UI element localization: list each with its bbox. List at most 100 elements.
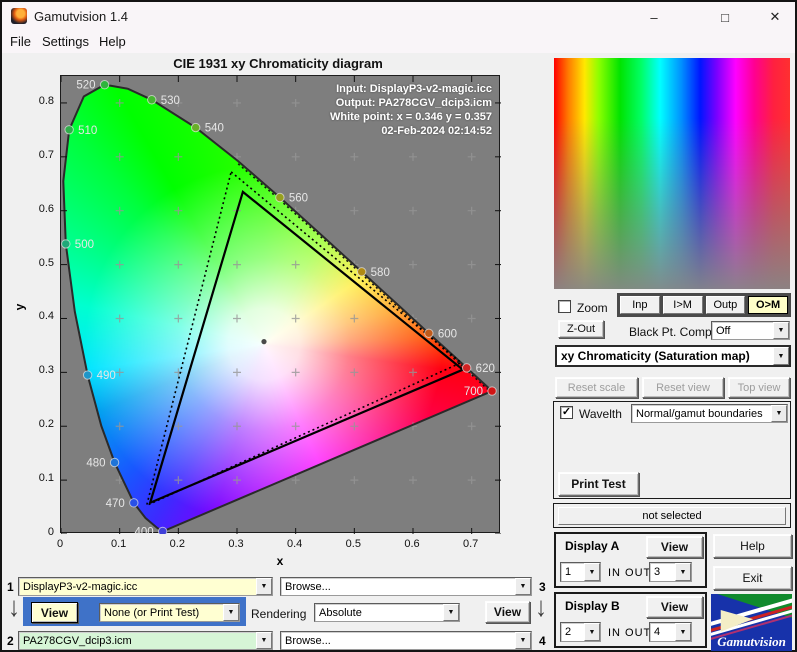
display-a-in-select[interactable]: 1 ▼ <box>560 562 601 582</box>
grid-cross <box>350 476 359 485</box>
flow-down-arrow-icon: ↓ <box>535 591 547 623</box>
wavelth-checkbox[interactable]: ✓ <box>560 406 573 419</box>
display-b-out-select[interactable]: 4 ▼ <box>649 622 692 642</box>
io-button-om[interactable]: O>M <box>748 296 788 314</box>
display-b-in-select[interactable]: 2 ▼ <box>560 622 601 642</box>
menu-file[interactable]: File <box>10 34 31 49</box>
wavelength-label-490: 490 <box>97 370 116 382</box>
wavelength-dot-580 <box>356 267 367 277</box>
print-test-button[interactable]: Print Test <box>558 472 639 496</box>
menu-help[interactable]: Help <box>99 34 126 49</box>
grid-cross <box>350 152 359 161</box>
wavelength-label-530: 530 <box>161 95 180 107</box>
io-button-outp[interactable]: Outp <box>705 296 746 314</box>
io-button-im[interactable]: I>M <box>662 296 703 314</box>
grid-cross <box>233 368 241 377</box>
display-a-out-select[interactable]: 3 ▼ <box>649 562 692 582</box>
chevron-down-icon[interactable]: ▼ <box>515 578 531 595</box>
reset-scale-button[interactable]: Reset scale <box>555 377 638 398</box>
input-view-button[interactable]: View <box>31 602 78 623</box>
x-tick-label: 0.3 <box>228 538 244 550</box>
close-button-icon[interactable]: ✕ <box>758 6 792 28</box>
chevron-down-icon[interactable]: ▼ <box>584 623 600 641</box>
chevron-down-icon[interactable]: ▼ <box>675 623 691 641</box>
grid-cross <box>174 152 183 161</box>
test-pattern-select[interactable]: None (or Print Test) ▼ <box>99 603 240 622</box>
wavelth-checkbox-label: Wavelth <box>579 407 622 421</box>
plot-overlay: 400 470 480 490 500 510 520 530 540 560 580 600 620 7… <box>61 76 501 534</box>
chevron-down-icon[interactable]: ▼ <box>773 322 789 339</box>
help-button[interactable]: Help <box>713 534 792 558</box>
display-a-view-button[interactable]: View <box>646 536 703 558</box>
app-window: Gamutvision 1.4 – □ ✕ File Settings Help… <box>0 0 797 652</box>
exit-button[interactable]: Exit <box>713 566 792 590</box>
display-a-title: Display A <box>565 539 620 553</box>
zoom-checkbox[interactable] <box>558 300 571 313</box>
chevron-down-icon[interactable]: ▼ <box>584 563 600 581</box>
title-bar: Gamutvision 1.4 – □ ✕ <box>2 2 795 30</box>
maximize-button-icon[interactable]: □ <box>708 6 742 28</box>
wavelength-label-480: 480 <box>86 457 105 469</box>
menu-bar: File Settings Help <box>2 30 795 53</box>
minimize-button-icon[interactable]: – <box>637 6 671 28</box>
io-button-inp[interactable]: Inp <box>620 296 660 314</box>
chevron-down-icon[interactable]: ▼ <box>256 578 272 595</box>
x-tick-label: 0.4 <box>287 538 303 550</box>
chevron-down-icon[interactable]: ▼ <box>773 347 789 365</box>
wavelength-dot-700 <box>487 386 497 396</box>
black-pt-comp-select[interactable]: Off ▼ <box>711 321 790 340</box>
solid-gamut-triangle <box>148 189 465 505</box>
z-out-button[interactable]: Z-Out <box>558 320 604 338</box>
reset-view-button[interactable]: Reset view <box>642 377 724 398</box>
output-view-button[interactable]: View <box>485 601 530 623</box>
wavelength-label-470: 470 <box>106 498 125 510</box>
annotation-whitepoint: White point: x = 0.346 y = 0.357 <box>329 111 492 123</box>
y-tick-label: 0.8 <box>38 94 54 107</box>
grid-cross <box>291 368 300 377</box>
rendering-intent-select[interactable]: Absolute ▼ <box>314 603 460 622</box>
grid-cross <box>350 314 359 323</box>
grid-cross <box>115 368 124 377</box>
x-tick-label: 0.1 <box>111 538 127 550</box>
wavelength-label-400: 400 <box>134 526 153 534</box>
grid-cross <box>467 152 476 161</box>
chevron-down-icon[interactable]: ▼ <box>771 405 787 422</box>
input-browse-select[interactable]: Browse... ▼ <box>280 577 532 596</box>
chromaticity-plot[interactable]: 400 470 480 490 500 510 520 530 540 560 580 600 620 7… <box>60 75 501 534</box>
wavelength-label-700: 700 <box>464 386 483 398</box>
output-profile-select[interactable]: PA278CGV_dcip3.icm ▼ <box>18 631 273 650</box>
grid-cross <box>174 476 183 485</box>
wavelength-label-540: 540 <box>205 123 224 135</box>
wavelength-dot-600 <box>424 328 434 338</box>
chevron-down-icon[interactable]: ▼ <box>675 563 691 581</box>
output-browse-select[interactable]: Browse... ▼ <box>280 631 532 650</box>
chevron-down-icon[interactable]: ▼ <box>256 632 272 649</box>
menu-settings[interactable]: Settings <box>42 34 89 49</box>
boundaries-select[interactable]: Normal/gamut boundaries ▼ <box>631 404 788 423</box>
wavelength-label-580: 580 <box>371 267 390 279</box>
grid-cross <box>115 98 124 107</box>
grid-cross <box>467 422 476 431</box>
map-type-select[interactable]: xy Chromaticity (Saturation map) ▼ <box>555 345 791 367</box>
grid-cross <box>115 422 124 431</box>
display-b-title: Display B <box>565 599 620 613</box>
grid-cross <box>467 314 476 323</box>
grid-cross <box>291 314 300 323</box>
wavelength-dot-480 <box>109 457 120 468</box>
wavelength-dot-540 <box>190 122 201 133</box>
y-axis-label: y <box>12 303 27 311</box>
wavelength-label-500: 500 <box>75 239 94 251</box>
grid-cross <box>233 314 241 323</box>
wavelength-dot-400 <box>157 526 168 534</box>
wavelength-dot-560 <box>275 192 285 203</box>
grid-cross <box>350 206 359 215</box>
chevron-down-icon[interactable]: ▼ <box>515 632 531 649</box>
logo-text: Gamutvision <box>717 634 786 649</box>
chevron-down-icon[interactable]: ▼ <box>443 604 459 621</box>
display-b-view-button[interactable]: View <box>646 596 703 618</box>
chevron-down-icon[interactable]: ▼ <box>223 604 239 621</box>
input-profile-select[interactable]: DisplayP3-v2-magic.icc ▼ <box>18 577 273 596</box>
top-view-button[interactable]: Top view <box>728 377 790 398</box>
plot-annotation: Input: DisplayP3-v2-magic.icc Output: PA… <box>330 82 492 138</box>
status-text: not selected <box>558 507 786 525</box>
